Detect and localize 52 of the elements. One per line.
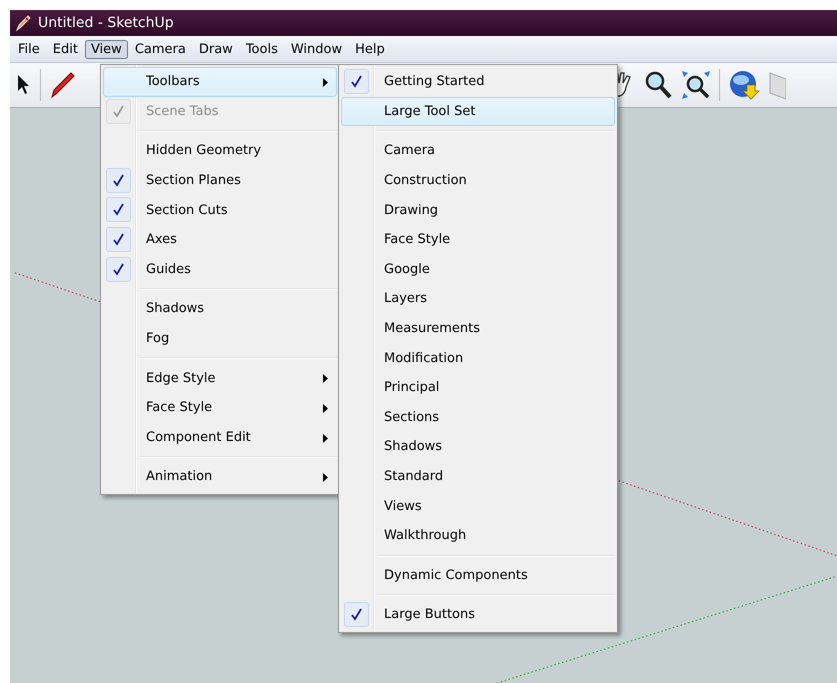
menu-title[interactable]: Edit [46,40,84,58]
menu-item[interactable]: Camera [341,136,615,166]
menu-item[interactable]: Face Style [341,224,615,255]
menu-title[interactable]: Tools [240,40,284,58]
menu-item[interactable]: Edge Style [103,363,337,393]
menu-item[interactable]: Section Planes [103,166,337,196]
menu-item[interactable]: Walkthrough [341,520,615,550]
pencil-icon[interactable] [49,71,75,99]
menu-item[interactable]: Section Cuts [103,195,337,225]
menu-item[interactable]: Layers [341,284,615,314]
menu-title[interactable]: Camera [128,40,192,58]
menu-item[interactable]: Modification [341,343,615,373]
pencil-icon [14,14,32,32]
checkmark-icon [112,203,125,216]
checkmark-icon [112,232,125,246]
checkmark-icon [112,104,125,118]
menu-item[interactable]: Hidden Geometry [103,136,337,166]
menu-item[interactable]: Fog [103,324,337,354]
checkmark-icon [350,75,363,88]
menu-item[interactable]: Drawing [341,195,615,225]
menu-title[interactable]: View [84,40,128,58]
menu-item[interactable]: Face Style [103,392,337,423]
menu-item[interactable]: Views [341,491,615,521]
menu-item[interactable]: Shadows [103,294,337,324]
menu-item[interactable]: Dynamic Components [341,560,615,590]
menu-item[interactable]: Measurements [341,314,615,344]
menu-item[interactable]: Shadows [341,432,615,462]
menu-item[interactable]: Component Edit [103,422,337,452]
menu-item[interactable]: Standard [341,462,615,492]
menu-item[interactable]: Axes [103,224,337,255]
menu-item[interactable]: Principal [341,372,615,403]
menu-item[interactable]: Guides [103,254,337,284]
checkmark-icon [350,608,363,622]
menu-title[interactable]: Draw [192,40,239,58]
menu-title[interactable]: File [12,40,46,58]
select-arrow-icon[interactable] [16,74,32,96]
checkmark-icon [112,262,125,276]
zoom-extents-icon[interactable] [681,70,711,100]
menu-item[interactable]: Animation [103,462,337,492]
menu-title[interactable]: Window [284,40,348,58]
menu-title[interactable]: Help [349,40,391,58]
menu-item[interactable]: Construction [341,166,615,196]
menu-item[interactable]: Toolbars [103,67,337,97]
menu-item[interactable]: Sections [341,402,615,432]
menu-item[interactable]: Large Tool Set [341,96,615,126]
window-title: Untitled - SketchUp [38,15,174,31]
menu-item[interactable]: Large Buttons [341,600,615,630]
search-icon[interactable] [643,70,673,100]
checkmark-icon [112,174,125,187]
globe-download-icon[interactable] [728,69,760,101]
menu-item[interactable]: Google [341,254,615,284]
menu-item[interactable]: Getting Started [341,67,615,97]
